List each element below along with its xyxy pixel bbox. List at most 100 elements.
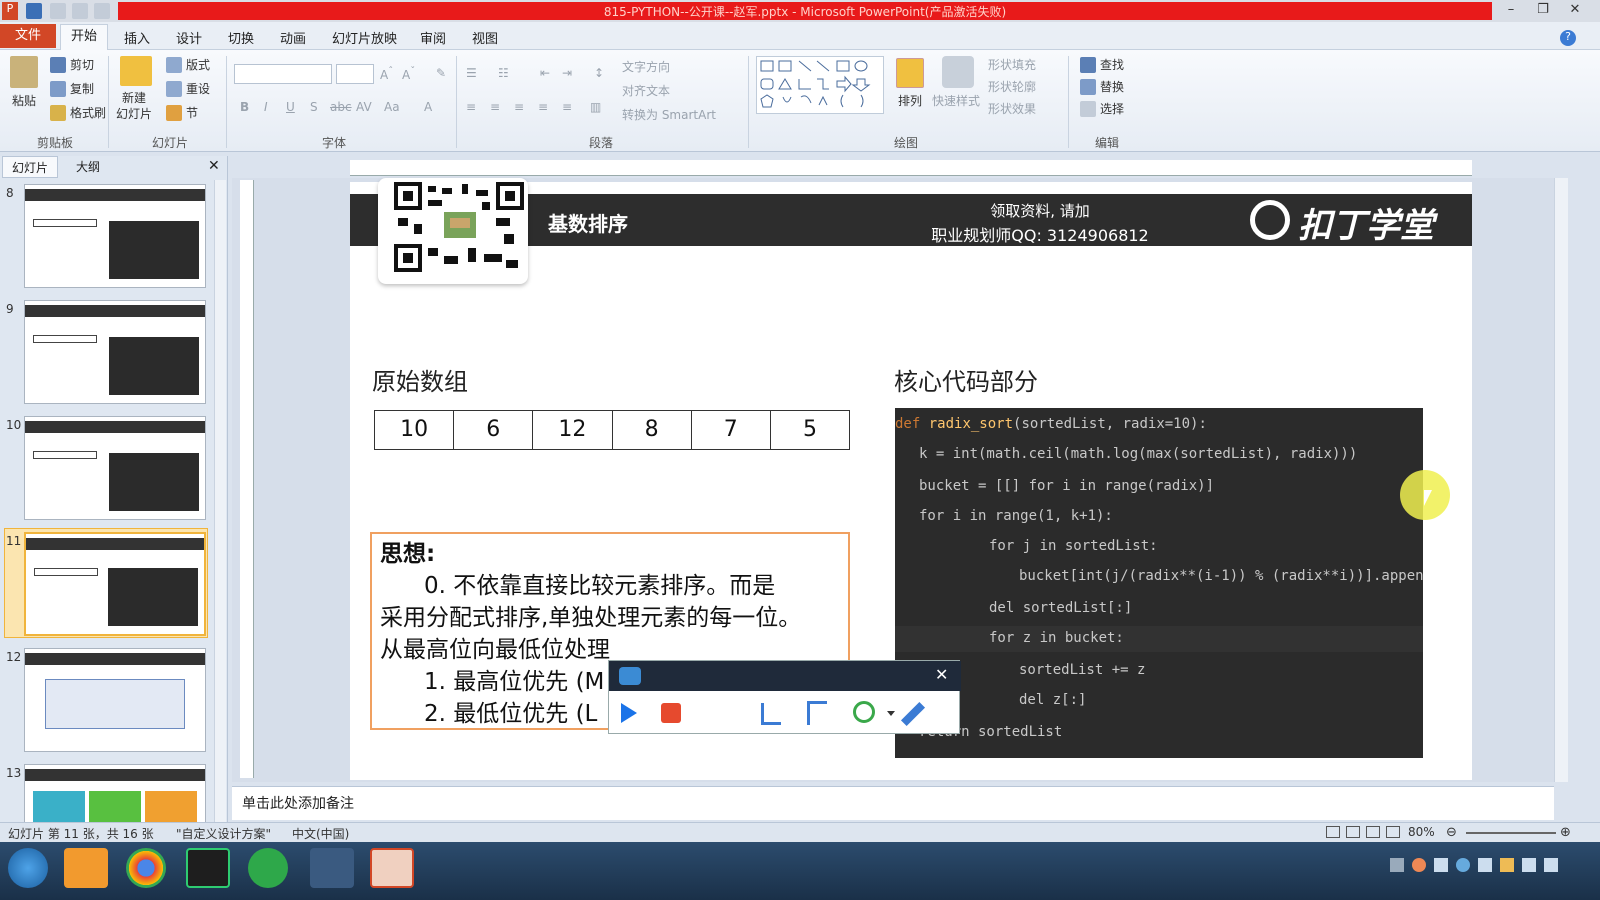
- slide-thumbnail-12[interactable]: [24, 648, 206, 752]
- display-icon[interactable]: [1478, 858, 1492, 872]
- font-size-increase-icon[interactable]: Aˆ: [380, 66, 393, 82]
- copy-button[interactable]: 复制: [50, 80, 94, 97]
- bold-icon[interactable]: B: [240, 100, 249, 114]
- close-recorder-icon[interactable]: ✕: [935, 665, 948, 684]
- chrome-icon[interactable]: [126, 848, 166, 888]
- underline-icon[interactable]: U: [286, 100, 295, 114]
- new-slide-button[interactable]: 新建 幻灯片: [116, 90, 152, 122]
- shape-outline-button[interactable]: 形状轮廓: [988, 78, 1036, 95]
- arrange-button[interactable]: 排列: [898, 92, 922, 109]
- format-painter-button[interactable]: 格式刷: [50, 104, 106, 121]
- tab-insert[interactable]: 插入: [124, 28, 150, 47]
- panel-scrollbar[interactable]: [214, 180, 226, 834]
- align-left-icon[interactable]: ≡: [466, 100, 476, 114]
- align-text-button[interactable]: 对齐文本: [622, 82, 670, 99]
- font-size-select[interactable]: [336, 64, 374, 84]
- tab-slideshow[interactable]: 幻灯片放映: [332, 28, 397, 47]
- stop-icon[interactable]: [661, 703, 681, 723]
- select-button[interactable]: 选择: [1080, 100, 1124, 117]
- security-icon[interactable]: [1500, 858, 1514, 872]
- font-size-decrease-icon[interactable]: Aˇ: [402, 66, 415, 82]
- play-icon[interactable]: [621, 703, 637, 723]
- columns-icon[interactable]: ▥: [590, 100, 601, 114]
- zoom-slider[interactable]: [1466, 832, 1556, 834]
- tab-design[interactable]: 设计: [176, 28, 202, 47]
- battery-icon[interactable]: [1522, 858, 1536, 872]
- app-icon[interactable]: [248, 848, 288, 888]
- layout-button[interactable]: 版式: [166, 56, 210, 73]
- customize-quick-access-icon[interactable]: [94, 3, 110, 19]
- close-window-button[interactable]: ✕: [1560, 0, 1590, 20]
- font-name-select[interactable]: [234, 64, 332, 84]
- powerpoint-taskbar-icon[interactable]: [370, 848, 414, 888]
- tab-transitions[interactable]: 切换: [228, 28, 254, 47]
- normal-view-icon[interactable]: [1326, 826, 1340, 838]
- paste-icon[interactable]: [10, 56, 38, 88]
- tab-file[interactable]: 文件: [0, 24, 56, 48]
- slide-sorter-icon[interactable]: [1346, 826, 1360, 838]
- theme-name[interactable]: "自定义设计方案": [176, 825, 271, 842]
- font-color-icon[interactable]: A: [424, 100, 432, 114]
- dropdown-arrow-icon[interactable]: [887, 711, 895, 716]
- pycharm-icon[interactable]: [186, 848, 230, 888]
- paste-button[interactable]: 粘贴: [12, 92, 36, 109]
- section-button[interactable]: 节: [166, 104, 198, 121]
- recorder-tray-icon[interactable]: [1412, 858, 1426, 872]
- marker-icon[interactable]: [807, 701, 827, 725]
- zoom-out-icon[interactable]: ⊖: [1446, 825, 1457, 840]
- maximize-button[interactable]: ❐: [1528, 0, 1558, 20]
- canvas-scrollbar[interactable]: [1554, 178, 1568, 782]
- italic-icon[interactable]: I: [264, 100, 268, 114]
- arrange-icon[interactable]: [896, 58, 924, 88]
- increase-indent-icon[interactable]: ⇥: [562, 66, 572, 80]
- tab-animations[interactable]: 动画: [280, 28, 306, 47]
- zoom-in-icon[interactable]: ⊕: [1560, 825, 1571, 840]
- save-icon[interactable]: [26, 3, 42, 19]
- quick-styles-button[interactable]: 快速样式: [932, 92, 980, 109]
- pen-icon[interactable]: [900, 701, 926, 727]
- close-pane-icon[interactable]: ✕: [208, 158, 220, 174]
- minimize-button[interactable]: –: [1496, 0, 1526, 20]
- align-center-icon[interactable]: ≡: [490, 100, 500, 114]
- tab-review[interactable]: 审阅: [420, 28, 446, 47]
- signal-icon[interactable]: [1434, 858, 1448, 872]
- notes-pane[interactable]: 单击此处添加备注: [232, 786, 1554, 820]
- align-right-icon[interactable]: ≡: [514, 100, 524, 114]
- justify-icon[interactable]: ≡: [538, 100, 548, 114]
- network-app-icon[interactable]: [310, 848, 354, 888]
- reading-view-icon[interactable]: [1366, 826, 1380, 838]
- slide-thumbnail-11[interactable]: [24, 532, 206, 636]
- clear-formatting-icon[interactable]: ✎: [436, 66, 446, 80]
- shape-effects-button[interactable]: 形状效果: [988, 100, 1036, 117]
- bullets-icon[interactable]: ☰: [466, 66, 477, 80]
- find-button[interactable]: 查找: [1080, 56, 1124, 73]
- code-block[interactable]: def radix_sort(sortedList, radix=10): k …: [895, 408, 1423, 758]
- network-icon[interactable]: [1456, 858, 1470, 872]
- start-button-icon[interactable]: [8, 848, 48, 888]
- slide-thumbnail-10[interactable]: [24, 416, 206, 520]
- tab-slides-panel[interactable]: 幻灯片: [2, 156, 58, 178]
- quick-styles-icon[interactable]: [942, 56, 974, 88]
- tab-view[interactable]: 视图: [472, 28, 498, 47]
- convert-smartart-button[interactable]: 转换为 SmartArt: [622, 106, 716, 123]
- decrease-indent-icon[interactable]: ⇤: [540, 66, 550, 80]
- shapes-gallery[interactable]: [756, 56, 884, 114]
- zoom-add-icon[interactable]: [853, 701, 875, 723]
- shape-fill-button[interactable]: 形状填充: [988, 56, 1036, 73]
- language-indicator[interactable]: 中文(中国): [292, 825, 349, 842]
- replace-button[interactable]: 替换: [1080, 78, 1124, 95]
- zoom-level[interactable]: 80%: [1408, 825, 1435, 839]
- media-player-icon[interactable]: [64, 848, 108, 888]
- cut-button[interactable]: 剪切: [50, 56, 94, 73]
- change-case-icon[interactable]: Aa: [384, 100, 400, 114]
- help-icon[interactable]: ?: [1560, 30, 1576, 46]
- line-spacing-icon[interactable]: ↕: [594, 66, 604, 80]
- undo-icon[interactable]: [50, 3, 66, 19]
- volume-icon[interactable]: [1544, 858, 1558, 872]
- slideshow-icon[interactable]: [1386, 826, 1400, 838]
- shadow-icon[interactable]: S: [310, 100, 318, 114]
- numbering-icon[interactable]: ☷: [498, 66, 509, 80]
- tab-home[interactable]: 开始: [60, 24, 108, 51]
- slide-thumbnail-9[interactable]: [24, 300, 206, 404]
- redo-icon[interactable]: [72, 3, 88, 19]
